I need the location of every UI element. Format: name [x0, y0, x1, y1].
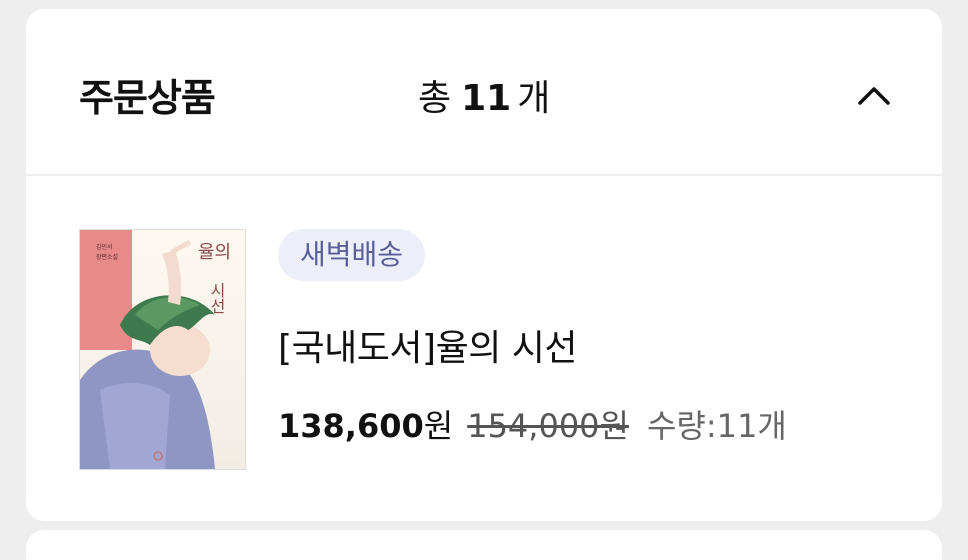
cover-author-line1: 김민서: [96, 244, 113, 251]
next-card-edge: [26, 530, 942, 560]
quantity-label: 수량:11개: [646, 407, 787, 445]
count-value: 11: [461, 78, 512, 119]
chevron-up-icon[interactable]: [852, 73, 896, 117]
product-name[interactable]: [국내도서]율의 시선: [278, 319, 578, 371]
order-items-card: 주문상품 총 11 개 율의 시선 김민서 장편소설 새벽배송 [국내도서]율의…: [26, 9, 942, 521]
cover-author-line2: 장편소설: [96, 254, 119, 261]
sale-price-unit: 원: [423, 407, 454, 445]
count-prefix: 총: [418, 78, 452, 119]
product-item[interactable]: 율의 시선 김민서 장편소설 새벽배송 [국내도서]율의 시선 138,600원…: [26, 176, 942, 521]
delivery-badge: 새벽배송: [278, 229, 426, 281]
book-cover-image[interactable]: 율의 시선 김민서 장편소설: [79, 229, 246, 470]
sale-price: 138,600: [278, 407, 424, 445]
original-price: 154,000원: [467, 407, 629, 445]
section-title: 주문상품: [79, 76, 216, 120]
item-count: 총 11 개: [418, 69, 550, 121]
cover-title-line2: 시선: [207, 282, 226, 314]
order-items-header[interactable]: 주문상품 총 11 개: [26, 9, 942, 176]
count-unit: 개: [517, 78, 551, 119]
price-row: 138,600원 154,000원 수량:11개: [278, 401, 787, 447]
cover-title-line1: 율의: [198, 242, 232, 263]
